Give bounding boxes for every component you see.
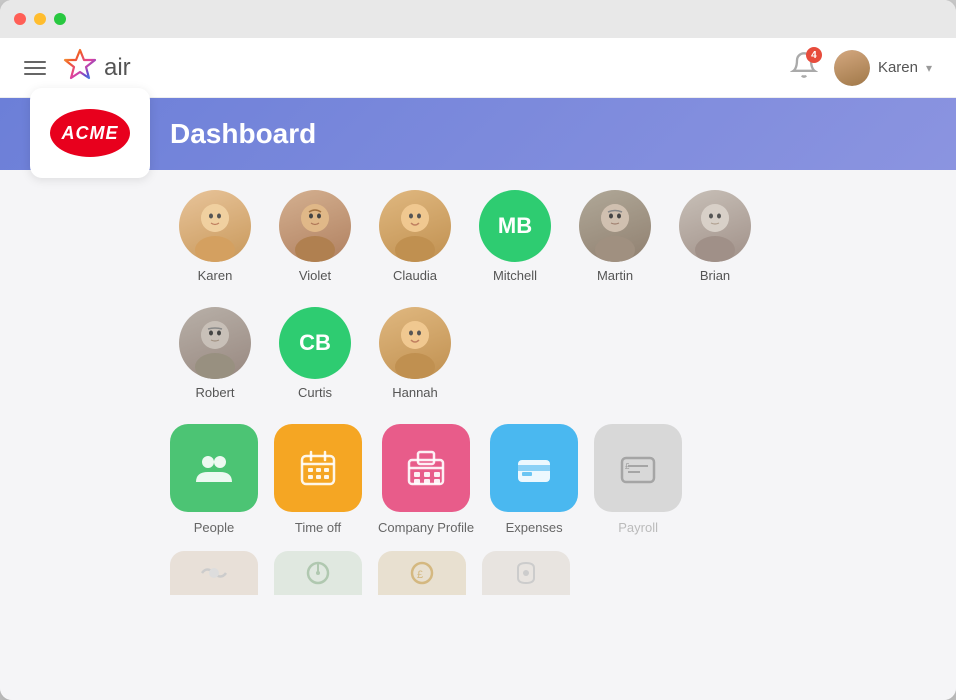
team-member[interactable]: Claudia <box>370 190 460 283</box>
app-label: Payroll <box>618 520 658 535</box>
member-name: Martin <box>597 268 633 283</box>
notification-badge: 4 <box>806 47 822 63</box>
team-member[interactable]: CB Curtis <box>270 307 360 400</box>
member-name: Curtis <box>298 385 332 400</box>
avatar <box>179 307 251 379</box>
app-tile-timeoff[interactable]: Time off <box>274 424 362 535</box>
app-tile-expenses[interactable]: Expenses <box>490 424 578 535</box>
close-dot[interactable] <box>14 13 26 25</box>
app-icon-company <box>382 424 470 512</box>
logo-text: air <box>104 54 131 82</box>
acme-logo: ACME <box>50 109 130 157</box>
member-name: Karen <box>198 268 233 283</box>
notification-bell[interactable]: 4 <box>790 51 818 84</box>
app-label: Expenses <box>506 520 563 535</box>
main-content: Karen Viol <box>0 170 956 700</box>
dashboard-title: Dashboard <box>170 118 316 150</box>
app-tile-partial3[interactable]: £ <box>378 551 466 595</box>
dashboard-banner: ACME Dashboard <box>0 98 956 170</box>
member-name: Brian <box>700 268 730 283</box>
team-member[interactable]: Robert <box>170 307 260 400</box>
avatar <box>279 190 351 262</box>
team-member[interactable]: MB Mitchell <box>470 190 560 283</box>
app-icon-expenses <box>490 424 578 512</box>
member-name: Robert <box>195 385 234 400</box>
user-avatar <box>834 50 870 86</box>
company-logo-box: ACME <box>30 88 150 178</box>
app-label: People <box>194 520 234 535</box>
app-label: Company Profile <box>378 520 474 535</box>
app-tile-payroll[interactable]: £ Payroll <box>594 424 682 535</box>
minimize-dot[interactable] <box>34 13 46 25</box>
star-icon <box>62 47 98 88</box>
user-menu[interactable]: Karen ▾ <box>834 50 932 86</box>
team-grid-row2: Robert CB Curtis <box>170 307 926 400</box>
app-tile-people[interactable]: People <box>170 424 258 535</box>
app-icon-timeoff <box>274 424 362 512</box>
acme-text: ACME <box>62 123 119 144</box>
app-label: Time off <box>295 520 341 535</box>
chevron-down-icon: ▾ <box>926 61 932 75</box>
maximize-dot[interactable] <box>54 13 66 25</box>
user-name: Karen <box>878 59 918 76</box>
avatar <box>179 190 251 262</box>
logo: air <box>62 47 131 88</box>
app-tile-partial4[interactable] <box>482 551 570 595</box>
partial-apps-row: £ <box>170 551 926 595</box>
app-content: air 4 Karen ▾ <box>0 38 956 700</box>
team-member[interactable]: Karen <box>170 190 260 283</box>
app-tile-company[interactable]: Company Profile <box>378 424 474 535</box>
member-name: Claudia <box>393 268 437 283</box>
team-grid: Karen Viol <box>170 190 926 283</box>
team-member[interactable]: Violet <box>270 190 360 283</box>
app-window: air 4 Karen ▾ <box>0 0 956 700</box>
team-member[interactable]: Hannah <box>370 307 460 400</box>
team-member[interactable]: Brian <box>670 190 760 283</box>
member-name: Mitchell <box>493 268 537 283</box>
nav-right: 4 Karen ▾ <box>790 50 932 86</box>
avatar: MB <box>479 190 551 262</box>
avatar <box>579 190 651 262</box>
svg-text:£: £ <box>625 462 630 471</box>
member-name: Hannah <box>392 385 438 400</box>
app-icon-payroll: £ <box>594 424 682 512</box>
app-tile-partial2[interactable] <box>274 551 362 595</box>
svg-text:£: £ <box>417 569 423 581</box>
member-name: Violet <box>299 268 331 283</box>
app-tile-partial1[interactable] <box>170 551 258 595</box>
hamburger-menu[interactable] <box>24 61 46 75</box>
app-icon-people <box>170 424 258 512</box>
avatar: CB <box>279 307 351 379</box>
team-member[interactable]: Martin <box>570 190 660 283</box>
apps-grid: People <box>170 424 926 535</box>
avatar <box>379 190 451 262</box>
nav-left: air <box>24 47 131 88</box>
avatar <box>679 190 751 262</box>
titlebar <box>0 0 956 38</box>
avatar <box>379 307 451 379</box>
